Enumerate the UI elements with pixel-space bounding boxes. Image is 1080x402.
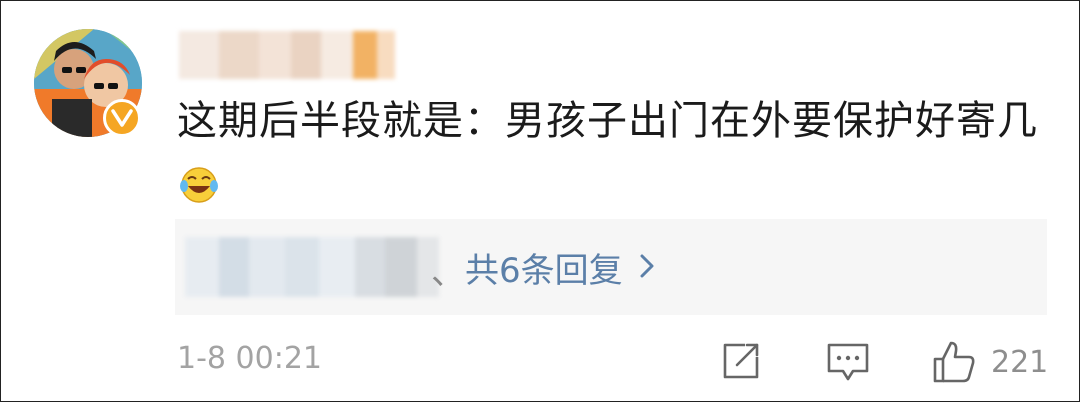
like-count: 221 [991,344,1049,380]
reply-separator: 、 [431,253,465,293]
like-button[interactable]: 221 [931,339,1048,385]
chevron-right-icon [639,248,655,288]
replies-count-label: 共6条回复 [465,251,623,291]
comment-icon [827,343,869,381]
username-redacted[interactable] [179,31,395,79]
comment-card: 这期后半段就是：男孩子出门在外要保护好寄几 、 共6条回复 1-8 00:21 … [0,0,1080,402]
thumbs-up-icon [933,341,975,383]
verified-badge [103,99,141,137]
comment-button[interactable] [825,339,871,385]
share-icon [723,343,759,379]
comment-timestamp: 1-8 00:21 [177,341,322,376]
comment-text: 这期后半段就是：男孩子出门在外要保护好寄几 [177,89,1057,223]
comment-body: 这期后半段就是：男孩子出门在外要保护好寄几 [177,98,1038,144]
view-replies-link[interactable]: 共6条回复 [465,243,655,292]
laughing-crying-emoji-icon [179,159,219,223]
reply-authors-redacted [185,237,439,297]
replies-preview[interactable]: 、 共6条回复 [175,219,1047,315]
verified-v-icon [111,109,133,127]
share-button[interactable] [719,339,763,383]
